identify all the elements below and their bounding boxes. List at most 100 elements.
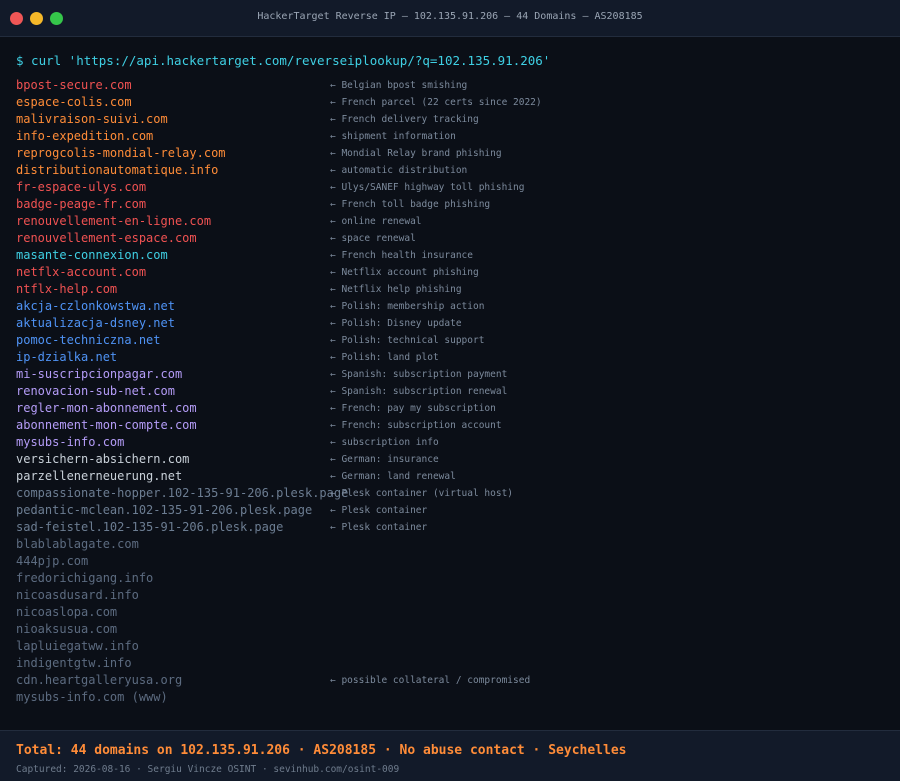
domain-name: renovacion-sub-net.com [16,384,175,398]
domain-name: pedantic-mclean.102-135-91-206.plesk.pag… [16,503,313,517]
domain-name: fr-espace-ulys.com [16,180,147,194]
domain-annotation: ← Plesk container [330,522,428,533]
domain-annotation: ← Polish: membership action [330,301,485,312]
list-item: malivraison-suivi.com ← French delivery t… [16,111,884,128]
list-item: fr-espace-ulys.com ← Ulys/SANEF highway t… [16,179,884,196]
list-item: distributionautomatique.info ← automatic … [16,162,884,179]
domain-name: masante-connexion.com [16,248,168,262]
domain-annotation: ← Plesk container (virtual host) [330,488,514,499]
list-item: ntflx-help.com ← Netflix help phishing [16,281,884,298]
list-item: netflx-account.com ← Netflix account phis… [16,264,884,281]
domain-annotation: ← French: subscription account [330,420,502,431]
domain-name: blablablagate.com [16,537,139,551]
title-bar: HackerTarget Reverse IP — 102.135.91.206… [0,0,900,37]
list-item: regler-mon-abonnement.com ← French: pay m… [16,400,884,417]
domain-annotation: ← automatic distribution [330,165,468,176]
list-item: sad-feistel.102-135-91-206.plesk.page ← P… [16,519,884,536]
list-item: espace-colis.com ← French parcel (22 cert… [16,94,884,111]
domain-annotation: ← French health insurance [330,250,473,261]
window-title: HackerTarget Reverse IP — 102.135.91.206… [257,11,643,22]
domain-name: nicoaslopa.com [16,605,118,619]
domain-name: nioaksusua.com [16,622,118,636]
list-item: nicoaslopa.com [16,604,884,621]
curl-command: $ curl 'https://api.hackertarget.com/rev… [16,53,551,68]
terminal-output[interactable]: $ curl 'https://api.hackertarget.com/rev… [16,52,884,706]
list-item: compassionate-hopper.102-135-91-206.ples… [16,485,884,502]
domain-name: nicoasdusard.info [16,588,139,602]
list-item: parzellenerneuerung.net ← German: land re… [16,468,884,485]
domain-name: abonnement-mon-compte.com [16,418,197,432]
domain-list: bpost-secure.com ← Belgian bpost smishing… [16,77,884,706]
total-summary: Total: 44 domains on 102.135.91.206 · AS… [16,743,627,758]
domain-name: versichern-absichern.com [16,452,190,466]
list-item: 444pjp.com [16,553,884,570]
list-item: nioaksusua.com [16,621,884,638]
domain-name: renouvellement-en-ligne.com [16,214,212,228]
domain-name: renouvellement-espace.com [16,231,197,245]
list-item: akcja-czlonkowstwa.net ← Polish: membersh… [16,298,884,315]
domain-annotation: ← Plesk container [330,505,428,516]
list-item: renouvellement-en-ligne.com ← online rene… [16,213,884,230]
domain-name: mysubs-info.com [16,435,125,449]
list-item: blablablagate.com [16,536,884,553]
domain-annotation: ← Mondial Relay brand phishing [330,148,502,159]
list-item: masante-connexion.com ← French health ins… [16,247,884,264]
list-item: lapluiegatww.info [16,638,884,655]
domain-name: akcja-czlonkowstwa.net [16,299,175,313]
domain-name: bpost-secure.com [16,78,132,92]
list-item: bpost-secure.com ← Belgian bpost smishing [16,77,884,94]
domain-name: sad-feistel.102-135-91-206.plesk.page [16,520,284,534]
list-item: renovacion-sub-net.com ← Spanish: subscri… [16,383,884,400]
domain-name: distributionautomatique.info [16,163,219,177]
list-item: mysubs-info.com (www) [16,689,884,706]
list-item: cdn.heartgalleryusa.org ← possible collat… [16,672,884,689]
domain-name: malivraison-suivi.com [16,112,168,126]
list-item: indigentgtw.info [16,655,884,672]
domain-name: regler-mon-abonnement.com [16,401,197,415]
list-item: badge-peage-fr.com ← French toll badge ph… [16,196,884,213]
domain-annotation: ← subscription info [330,437,439,448]
domain-name: ip-dzialka.net [16,350,118,364]
domain-name: reprogcolis-mondial-relay.com [16,146,226,160]
domain-name: lapluiegatww.info [16,639,139,653]
status-footer: Total: 44 domains on 102.135.91.206 · AS… [0,730,900,781]
domain-annotation: ← French parcel (22 certs since 2022) [330,97,542,108]
list-item: abonnement-mon-compte.com ← French: subsc… [16,417,884,434]
domain-name: pomoc-techniczna.net [16,333,161,347]
domain-name: aktualizacja-dsney.net [16,316,175,330]
list-item: aktualizacja-dsney.net ← Polish: Disney u… [16,315,884,332]
domain-annotation: ← French: pay my subscription [330,403,496,414]
domain-name: espace-colis.com [16,95,132,109]
domain-annotation: ← French delivery tracking [330,114,479,125]
domain-annotation: ← shipment information [330,131,456,142]
domain-annotation: ← Netflix help phishing [330,284,462,295]
domain-name: badge-peage-fr.com [16,197,147,211]
domain-name: fredorichigang.info [16,571,154,585]
list-item: mi-suscripcionpagar.com ← Spanish: subscr… [16,366,884,383]
list-item: pomoc-techniczna.net ← Polish: technical … [16,332,884,349]
domain-annotation: ← online renewal [330,216,422,227]
domain-annotation: ← German: land renewal [330,471,456,482]
domain-annotation: ← Netflix account phishing [330,267,479,278]
domain-name: mi-suscripcionpagar.com [16,367,183,381]
domain-name: compassionate-hopper.102-135-91-206.ples… [16,486,349,500]
list-item: versichern-absichern.com ← German: insura… [16,451,884,468]
domain-name: parzellenerneuerung.net [16,469,183,483]
domain-annotation: ← Polish: technical support [330,335,485,346]
domain-annotation: ← Belgian bpost smishing [330,80,468,91]
domain-name: ntflx-help.com [16,282,118,296]
list-item: reprogcolis-mondial-relay.com ← Mondial R… [16,145,884,162]
terminal-window: HackerTarget Reverse IP — 102.135.91.206… [0,0,900,781]
list-item: info-expedition.com ← shipment informatio… [16,128,884,145]
domain-annotation: ← German: insurance [330,454,439,465]
list-item: mysubs-info.com ← subscription info [16,434,884,451]
domain-annotation: ← Polish: land plot [330,352,439,363]
list-item: renouvellement-espace.com ← space renewal [16,230,884,247]
domain-annotation: ← Spanish: subscription renewal [330,386,508,397]
domain-name: cdn.heartgalleryusa.org [16,673,183,687]
domain-name: netflx-account.com [16,265,147,279]
domain-annotation: ← Spanish: subscription payment [330,369,508,380]
domain-annotation: ← French toll badge phishing [330,199,491,210]
domain-name: info-expedition.com [16,129,154,143]
domain-annotation: ← Ulys/SANEF highway toll phishing [330,182,525,193]
